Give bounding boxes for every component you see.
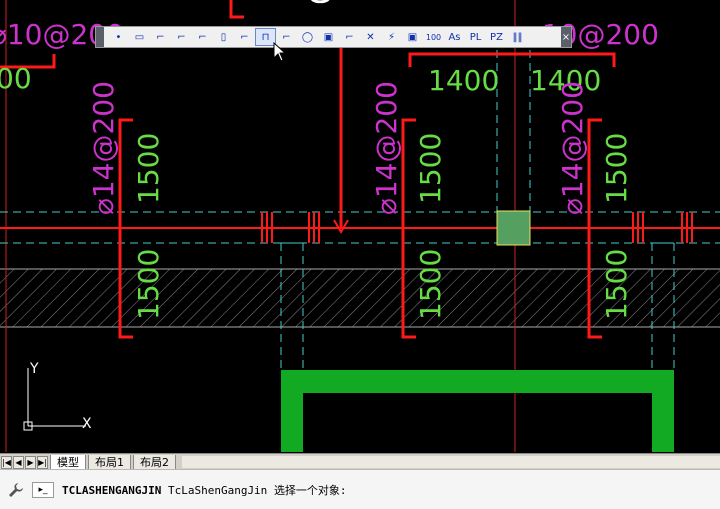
ucs-y-label: Y [29,361,39,377]
wrench-icon[interactable] [6,480,26,500]
dim-label: 1500 [132,249,165,320]
tab-layout1[interactable]: 布局1 [88,454,131,470]
rebar-as-tool-icon[interactable]: As [444,28,465,46]
dim-label: 00 [0,62,32,95]
rebar-spec: ⌀14@200 [370,81,403,215]
ucs-x-label: X [82,416,92,432]
rebar-box-tool-icon[interactable]: ▣ [318,28,339,46]
last-tab-button[interactable]: ▶| [37,455,48,469]
dim-label: 1500 [600,249,633,320]
rebar-pl-tool-icon[interactable]: PL [465,28,486,46]
horizontal-scrollbar[interactable] [182,456,720,468]
rebar-rect-tool-icon[interactable]: ▭ [129,28,150,46]
command-line[interactable]: ▸_ TCLASHENGANGJIN TcLaShenGangJin 选择一个对… [0,469,720,509]
model-space-canvas[interactable]: ⌀10@200 00 1400 1400 ⌀10@200 00 ⌀14@200 … [0,0,720,508]
dim-label: 1500 [414,249,447,320]
dim-label: 1400 [428,64,499,97]
mouse-cursor-icon [273,42,287,62]
rebar-spec: ⌀14@200 [87,81,120,215]
rebar-break-tool-icon[interactable]: ⚡ [381,28,402,46]
dim-label: 1500 [132,133,165,204]
tab-model[interactable]: 模型 [50,454,86,470]
dim-label: 1500 [414,133,447,204]
rebar-corner-tool-icon[interactable]: ⌐ [234,28,255,46]
toolbar-grip[interactable] [96,27,104,47]
rebar-pz-tool-icon[interactable]: PZ [486,28,507,46]
rebar-bars-tool-icon[interactable]: ‖‖ [507,28,528,46]
rebar-curve-tool-icon[interactable]: ⌐ [192,28,213,46]
command-prompt-text: 选择一个对象: [273,483,347,497]
command-history: TCLASHENGANGJIN TcLaShenGangJin 选择一个对象: [62,482,347,498]
rebar-spec: ⌀14@200 [556,81,589,215]
rebar-hook-tool-icon[interactable]: ⌐ [150,28,171,46]
command-prompt-icon[interactable]: ▸_ [32,481,54,498]
rebar-section-tool-icon[interactable]: ▣ [402,28,423,46]
selected-grip [496,210,531,246]
toolbar-close-icon[interactable]: × [561,27,571,47]
rebar-count-tool-icon[interactable]: 100 [423,28,444,46]
rebar-page-tool-icon[interactable]: ▯ [213,28,234,46]
command-name: TCLASHENGANGJIN [62,483,162,497]
dim-label: 00 [304,0,337,5]
dim-label: 1500 [600,133,633,204]
command-alias: TcLaShenGangJin [167,483,268,497]
layout-tab-bar: |◀ ◀ ▶ ▶| 模型 布局1 布局2 [0,453,720,470]
tab-layout2[interactable]: 布局2 [133,454,176,470]
rebar-cross-tool-icon[interactable]: ✕ [360,28,381,46]
tangent-rebar-toolbar[interactable]: • ▭ ⌐ ⌐ ⌐ ▯ ⌐ ⊓ ⌐ ◯ ▣ ⌐ ✕ ⚡ ▣ 100 As PL … [95,26,572,48]
foundation-frame [281,370,674,452]
next-tab-button[interactable]: ▶ [25,455,36,469]
first-tab-button[interactable]: |◀ [1,455,12,469]
rebar-bend-tool-icon[interactable]: ⌐ [171,28,192,46]
prev-tab-button[interactable]: ◀ [13,455,24,469]
rebar-point-tool-icon[interactable]: • [108,28,129,46]
ucs-icon: Y X [23,361,92,432]
cad-drawing[interactable]: ⌀10@200 00 1400 1400 ⌀10@200 00 ⌀14@200 … [0,0,720,452]
rebar-circle-tool-icon[interactable]: ◯ [297,28,318,46]
rebar-step-tool-icon[interactable]: ⌐ [339,28,360,46]
